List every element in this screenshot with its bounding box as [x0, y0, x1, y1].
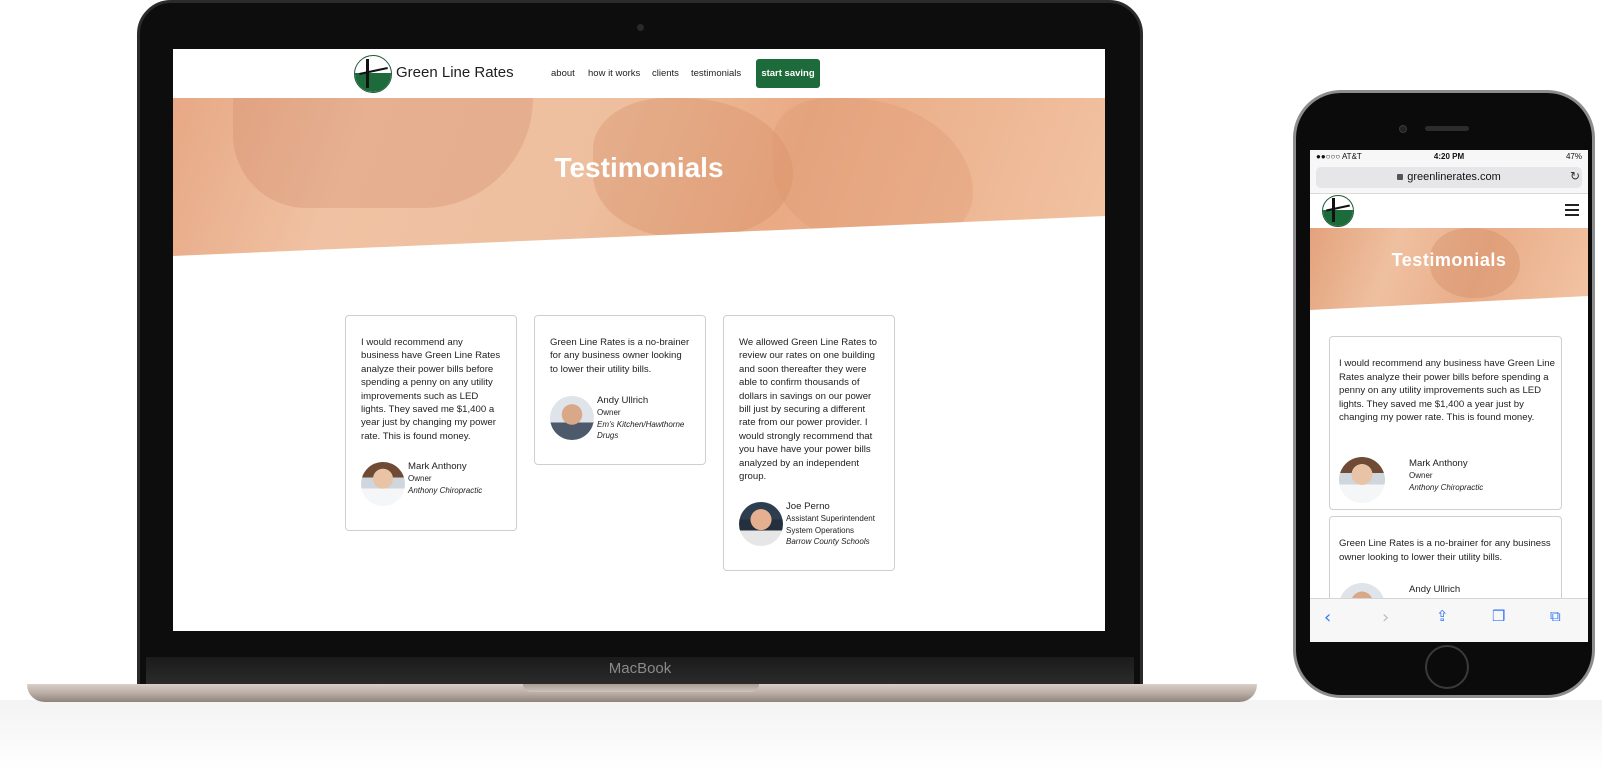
- testimonial-quote: I would recommend any business have Gree…: [1339, 358, 1555, 424]
- avatar: [739, 502, 783, 546]
- lock-icon: [1397, 174, 1404, 180]
- testimonial-author: Joe Perno Assistant Superintendent Syste…: [786, 500, 891, 548]
- testimonial-quote: We allowed Green Line Rates to review ou…: [739, 337, 877, 483]
- laptop-screen: Green Line Rates about how it works clie…: [173, 49, 1105, 631]
- laptop-hinge-notch: [523, 684, 759, 692]
- site-brand-name[interactable]: Green Line Rates: [396, 64, 514, 81]
- forward-icon[interactable]: ›: [1382, 607, 1389, 628]
- mobile-header: [1310, 194, 1588, 228]
- avatar: [1339, 457, 1385, 503]
- hamburger-menu-icon[interactable]: [1565, 204, 1579, 216]
- page-title: Testimonials: [554, 152, 724, 183]
- testimonial-card: Green Line Rates is a no-brainer for any…: [534, 315, 706, 465]
- author-name: Joe Perno: [786, 501, 830, 512]
- testimonial-quote: Green Line Rates is a no-brainer for any…: [1339, 538, 1551, 563]
- status-bar: ●●○○○ AT&T 4:20 PM 47%: [1310, 150, 1588, 164]
- back-icon[interactable]: ‹: [1324, 607, 1331, 628]
- site-navbar: Green Line Rates about how it works clie…: [173, 49, 1105, 98]
- testimonial-card: We allowed Green Line Rates to review ou…: [723, 315, 895, 571]
- avatar: [550, 396, 594, 440]
- clock-label: 4:20 PM: [1433, 152, 1465, 161]
- laptop-brand-label: MacBook: [608, 660, 672, 677]
- bookmarks-icon[interactable]: ❒: [1492, 607, 1505, 625]
- phone-speaker: [1425, 126, 1469, 131]
- author-role: Assistant Superintendent System Operatio…: [786, 514, 875, 535]
- laptop-camera: [637, 24, 644, 31]
- nav-how-it-works-link[interactable]: how it works: [588, 68, 640, 79]
- start-saving-button[interactable]: start saving: [756, 59, 820, 88]
- author-role: Owner: [1409, 471, 1433, 480]
- reload-icon[interactable]: ↻: [1570, 169, 1580, 183]
- testimonial-card: I would recommend any business have Gree…: [1329, 336, 1562, 510]
- author-role: Owner: [408, 474, 432, 483]
- green-line-logo-icon[interactable]: [354, 55, 392, 93]
- testimonial-quote: I would recommend any business have Gree…: [361, 337, 501, 442]
- author-company: Em's Kitchen/Hawthorne Drugs: [597, 419, 685, 441]
- share-icon[interactable]: ⇪: [1436, 607, 1449, 625]
- author-name: Andy Ullrich: [597, 395, 649, 406]
- author-name: Mark Anthony: [408, 461, 467, 472]
- author-company: Anthony Chiropractic: [408, 485, 483, 495]
- url-text: greenlinerates.com: [1407, 171, 1501, 183]
- phone-camera: [1399, 125, 1407, 133]
- nav-testimonials-link[interactable]: testimonials: [691, 68, 741, 79]
- safari-toolbar: ‹ › ⇪ ❒ ⧉: [1310, 598, 1588, 642]
- testimonial-author: Mark Anthony Owner Anthony Chiropractic: [408, 460, 513, 496]
- author-name: Andy Ullrich: [1409, 584, 1461, 595]
- page-title: Testimonials: [1391, 250, 1507, 270]
- green-line-logo-icon[interactable]: [1322, 195, 1354, 227]
- battery-label: 47%: [1565, 152, 1582, 161]
- author-role: Owner: [597, 408, 621, 417]
- testimonial-author: Andy Ullrich Owner Em's Kitchen/Hawthorn…: [597, 394, 702, 442]
- testimonial-card: I would recommend any business have Gree…: [345, 315, 517, 531]
- nav-about-link[interactable]: about: [551, 68, 575, 79]
- avatar: [361, 462, 405, 506]
- safari-address-bar: greenlinerates.com ↻: [1310, 164, 1588, 194]
- testimonial-quote: Green Line Rates is a no-brainer for any…: [550, 337, 690, 375]
- author-company: Anthony Chiropractic: [1409, 483, 1484, 492]
- phone-screen: ●●○○○ AT&T 4:20 PM 47% greenlinerates.co…: [1310, 150, 1588, 642]
- author-name: Mark Anthony: [1409, 458, 1468, 469]
- tabs-icon[interactable]: ⧉: [1550, 607, 1561, 625]
- nav-clients-link[interactable]: clients: [652, 68, 679, 79]
- testimonial-author: Mark Anthony Owner Anthony Chiropractic: [1409, 457, 1549, 494]
- mockup-stage: Green Line Rates about how it works clie…: [0, 0, 1602, 770]
- floor-shadow: [0, 700, 1602, 770]
- url-field[interactable]: greenlinerates.com: [1316, 167, 1582, 188]
- phone-home-button[interactable]: [1425, 645, 1469, 689]
- author-company: Barrow County Schools: [786, 537, 870, 546]
